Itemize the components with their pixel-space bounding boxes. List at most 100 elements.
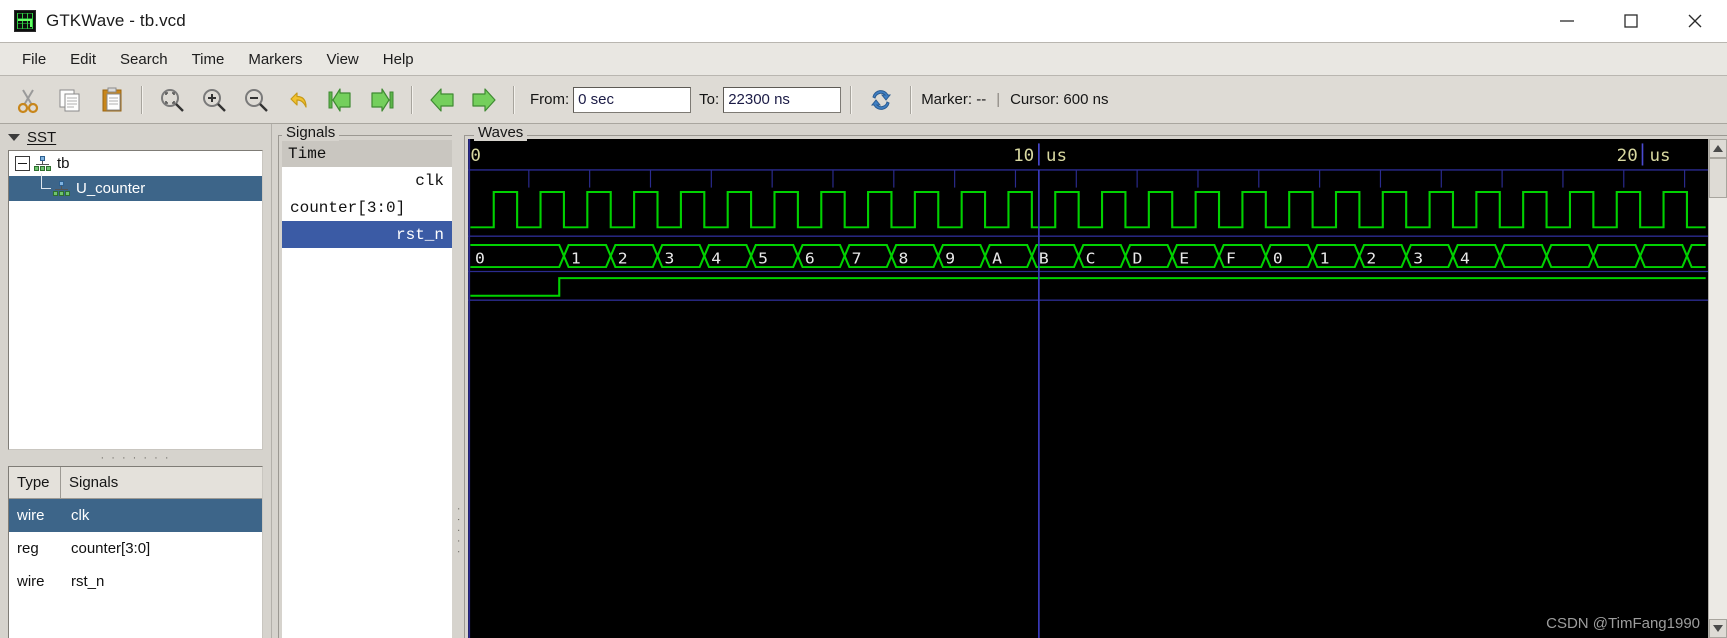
svg-text:A: A (992, 249, 1002, 267)
status-separator: | (996, 91, 1001, 108)
svg-text:F: F (1226, 249, 1236, 267)
scroll-down-button[interactable] (1709, 619, 1727, 638)
tree-elbow-icon (37, 173, 53, 201)
window-title: GTKWave - tb.vcd (46, 11, 186, 30)
minimize-icon[interactable] (1535, 0, 1599, 42)
signals-frame: Time clk counter[3:0] rst_n (278, 135, 452, 638)
column-header-type[interactable]: Type (9, 467, 61, 498)
cell-type: reg (17, 540, 39, 557)
tree-item-label: tb (57, 155, 70, 172)
menu-search[interactable]: Search (108, 47, 180, 72)
to-input[interactable] (723, 86, 842, 113)
gtkwave-window: GTKWave - tb.vcd File Edit Search Time M… (0, 0, 1727, 638)
svg-text:9: 9 (945, 249, 955, 267)
reload-icon[interactable] (861, 80, 901, 120)
hierarchy-icon (53, 181, 71, 196)
tree-item-u-counter[interactable]: U_counter (9, 173, 262, 201)
waves-frame-label: Waves (474, 124, 528, 141)
arrow-up-icon (1713, 145, 1723, 152)
zoom-in-icon[interactable] (194, 80, 234, 120)
signal-name-clk[interactable]: clk (282, 167, 452, 194)
menu-time[interactable]: Time (180, 47, 237, 72)
paste-icon[interactable] (92, 80, 132, 120)
cell-signal: rst_n (71, 573, 105, 590)
signals-frame-label: Signals (282, 124, 340, 141)
zoom-fit-icon[interactable] (152, 80, 192, 120)
waveform-canvas[interactable]: 0 1 0 us 20 us 0 1 2 3 4 5 6 7 8 9 A B C … (468, 139, 1708, 638)
svg-text:20: 20 (1617, 147, 1638, 166)
pane-drag-handle[interactable]: · · · · · · · (0, 450, 271, 466)
menu-bar: File Edit Search Time Markers View Help (0, 42, 1727, 76)
signals-type-table[interactable]: Type Signals wire clk reg counter[3:0] w… (8, 466, 263, 638)
waveform-drawing: 0 1 0 us 20 us 0 1 2 3 4 5 6 7 8 9 A B C … (468, 139, 1708, 638)
signals-table-header: Type Signals (9, 467, 262, 499)
scrollbar-thumb[interactable] (1709, 158, 1727, 198)
from-input[interactable] (573, 86, 692, 113)
toolbar-separator-5 (910, 85, 913, 114)
undo-icon[interactable] (278, 80, 318, 120)
svg-text:E: E (1179, 249, 1189, 267)
tree-item-tb[interactable]: tb (9, 151, 262, 176)
svg-text:6: 6 (805, 249, 815, 267)
title-bar: GTKWave - tb.vcd (0, 0, 1727, 42)
svg-text:D: D (1132, 249, 1142, 267)
toolbar-separator (141, 85, 143, 114)
signal-name-counter[interactable]: counter[3:0] (282, 194, 452, 221)
from-label: From: (530, 91, 570, 108)
svg-text:0: 0 (470, 147, 481, 166)
zoom-to-end-icon[interactable] (362, 80, 402, 120)
svg-text:us: us (1046, 147, 1067, 166)
menu-edit[interactable]: Edit (58, 47, 108, 72)
cell-type: wire (17, 507, 45, 524)
copy-icon[interactable] (50, 80, 90, 120)
chevron-down-icon (8, 133, 20, 141)
sst-header[interactable]: SST (0, 124, 271, 150)
close-icon[interactable] (1663, 0, 1727, 42)
column-header-signals[interactable]: Signals (61, 467, 262, 498)
zoom-to-start-icon[interactable] (320, 80, 360, 120)
table-row[interactable]: wire rst_n (9, 565, 262, 598)
expander-icon[interactable] (15, 156, 30, 171)
zoom-out-icon[interactable] (236, 80, 276, 120)
arrow-down-icon (1713, 625, 1723, 632)
waves-vertical-scrollbar[interactable] (1708, 139, 1727, 638)
gtkwave-icon (14, 10, 36, 32)
tree-item-label: U_counter (76, 180, 146, 197)
svg-text:1: 1 (571, 249, 581, 267)
toolbar: From: To: Marker: -- | Cursor: 600 ns (0, 76, 1727, 124)
table-row[interactable]: wire clk (9, 499, 262, 532)
signals-pane: Signals Time clk counter[3:0] rst_n (272, 124, 452, 638)
svg-text:8: 8 (898, 249, 908, 267)
table-row[interactable]: reg counter[3:0] (9, 532, 262, 565)
sst-tree[interactable]: tb U_counter (8, 150, 263, 450)
main-body: SST tb U_counter · · · · · · · Type Sign… (0, 124, 1727, 638)
svg-text:B: B (1039, 249, 1049, 267)
svg-text:2: 2 (1366, 249, 1376, 267)
maximize-icon[interactable] (1599, 0, 1663, 42)
signals-waves-splitter[interactable]: · · · · · (452, 124, 465, 638)
scroll-up-button[interactable] (1709, 139, 1727, 158)
toolbar-separator-4 (850, 85, 853, 114)
signal-name-rst-n[interactable]: rst_n (282, 221, 452, 248)
menu-view[interactable]: View (315, 47, 371, 72)
svg-text:3: 3 (665, 249, 675, 267)
cursor-status: Cursor: 600 ns (1010, 91, 1109, 108)
sst-title: SST (27, 128, 57, 146)
back-arrow-icon[interactable] (422, 80, 462, 120)
scrollbar-track[interactable] (1709, 158, 1727, 619)
menu-file[interactable]: File (10, 47, 58, 72)
forward-arrow-icon[interactable] (464, 80, 504, 120)
menu-markers[interactable]: Markers (236, 47, 314, 72)
waves-frame: 0 1 0 us 20 us 0 1 2 3 4 5 6 7 8 9 A B C … (464, 135, 1727, 638)
svg-text:us: us (1650, 147, 1671, 166)
svg-text:7: 7 (852, 249, 862, 267)
svg-text:C: C (1086, 249, 1096, 267)
menu-help[interactable]: Help (371, 47, 426, 72)
svg-text:2: 2 (618, 249, 628, 267)
to-label: To: (699, 91, 720, 108)
svg-text:5: 5 (758, 249, 768, 267)
signal-name-list[interactable]: Time clk counter[3:0] rst_n (282, 140, 452, 638)
toolbar-separator-3 (513, 85, 515, 114)
cut-icon[interactable] (8, 80, 48, 120)
svg-text:0: 0 (1273, 249, 1283, 267)
